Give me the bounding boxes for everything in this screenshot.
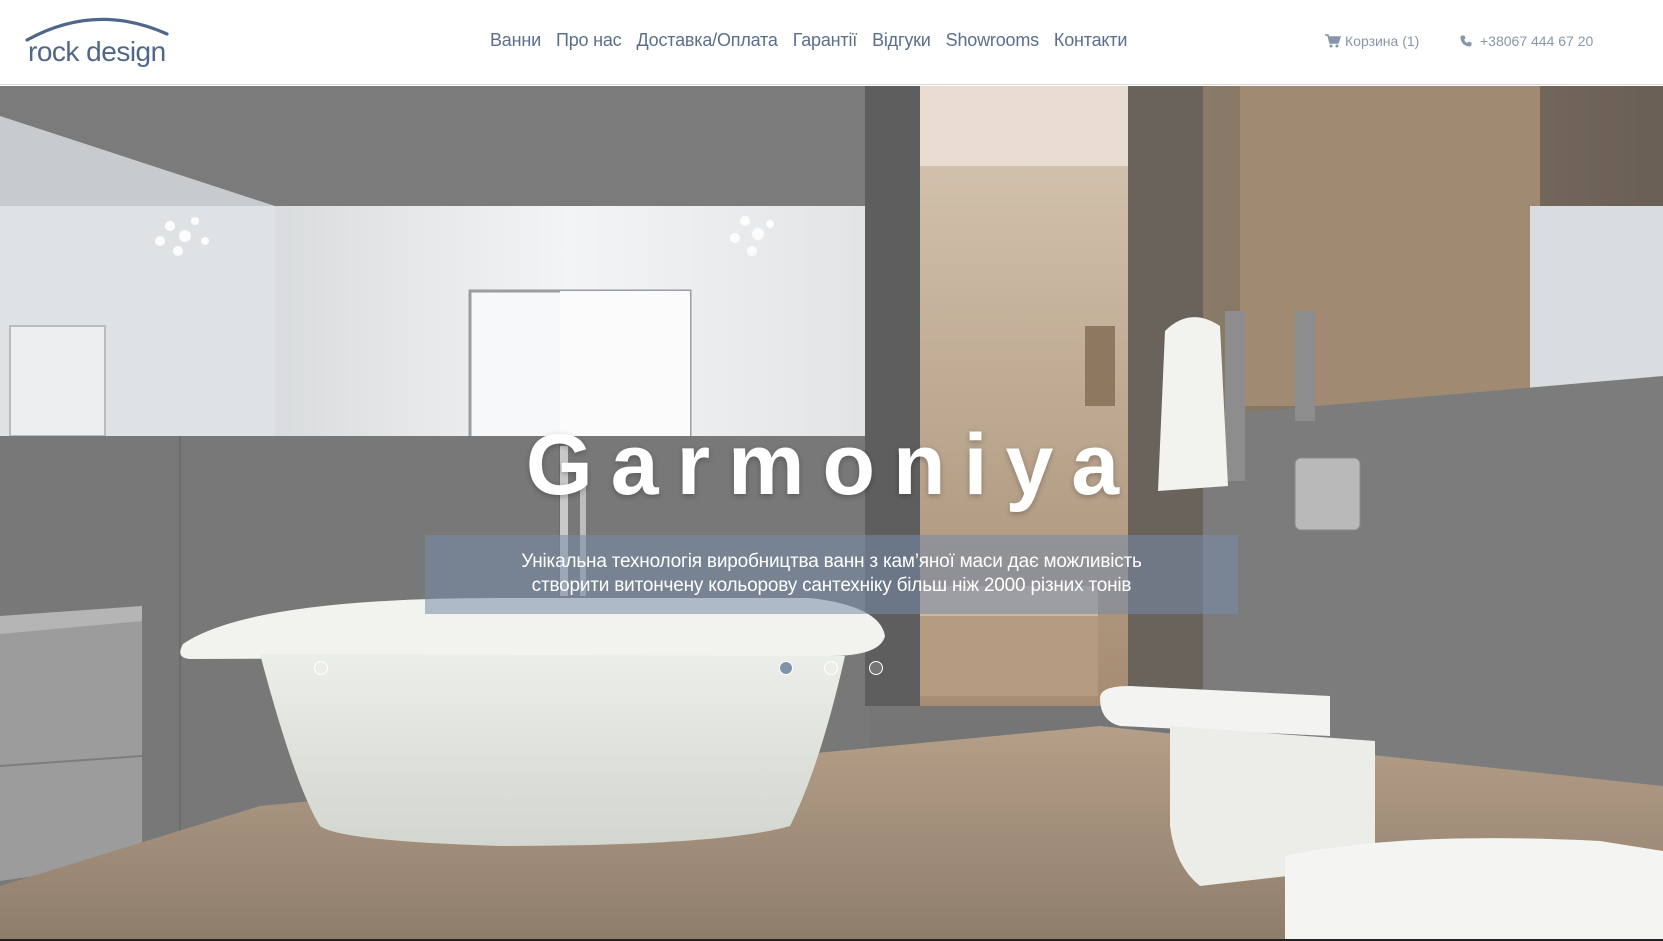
hero-description-line-1: Унікальна технологія виробництва ванн з … [521,551,1142,572]
nav-item-reviews[interactable]: Відгуки [872,30,931,51]
phone-number: +38067 444 67 20 [1480,33,1594,49]
nav-item-warranty[interactable]: Гарантії [793,30,858,51]
slider-dot-4[interactable] [869,661,883,675]
phone-link[interactable]: +38067 444 67 20 [1460,33,1593,49]
phone-icon [1460,35,1472,47]
main-nav: Ванни Про нас Доставка/Оплата Гарантії В… [490,30,1127,51]
slider-dot-2[interactable] [779,661,793,675]
nav-item-showrooms[interactable]: Showrooms [946,30,1039,51]
cart-link[interactable]: Корзина (1) [1325,33,1419,49]
shopping-cart-icon [1325,34,1341,48]
hero-description: Унікальна технологія виробництва ванн з … [425,550,1238,598]
hero-slider: Garmoniya Унікальна технологія виробницт… [0,86,1663,941]
site-header: rock design Ванни Про нас Доставка/Оплат… [0,0,1663,85]
cart-label: Корзина (1) [1345,33,1420,49]
logo-text: rock design [28,36,166,67]
nav-item-delivery[interactable]: Доставка/Оплата [636,30,777,51]
logo[interactable]: rock design [24,12,169,72]
slider-dot-3[interactable] [824,661,838,675]
nav-item-baths[interactable]: Ванни [490,30,541,51]
nav-item-about[interactable]: Про нас [556,30,622,51]
slider-dot-1[interactable] [314,661,328,675]
hero-description-line-2: створити витончену кольорову сантехніку … [531,575,1132,596]
hero-description-box: Унікальна технологія виробництва ванн з … [425,535,1238,614]
nav-item-contacts[interactable]: Контакти [1054,30,1127,51]
hero-title: Garmoniya [525,417,1138,513]
